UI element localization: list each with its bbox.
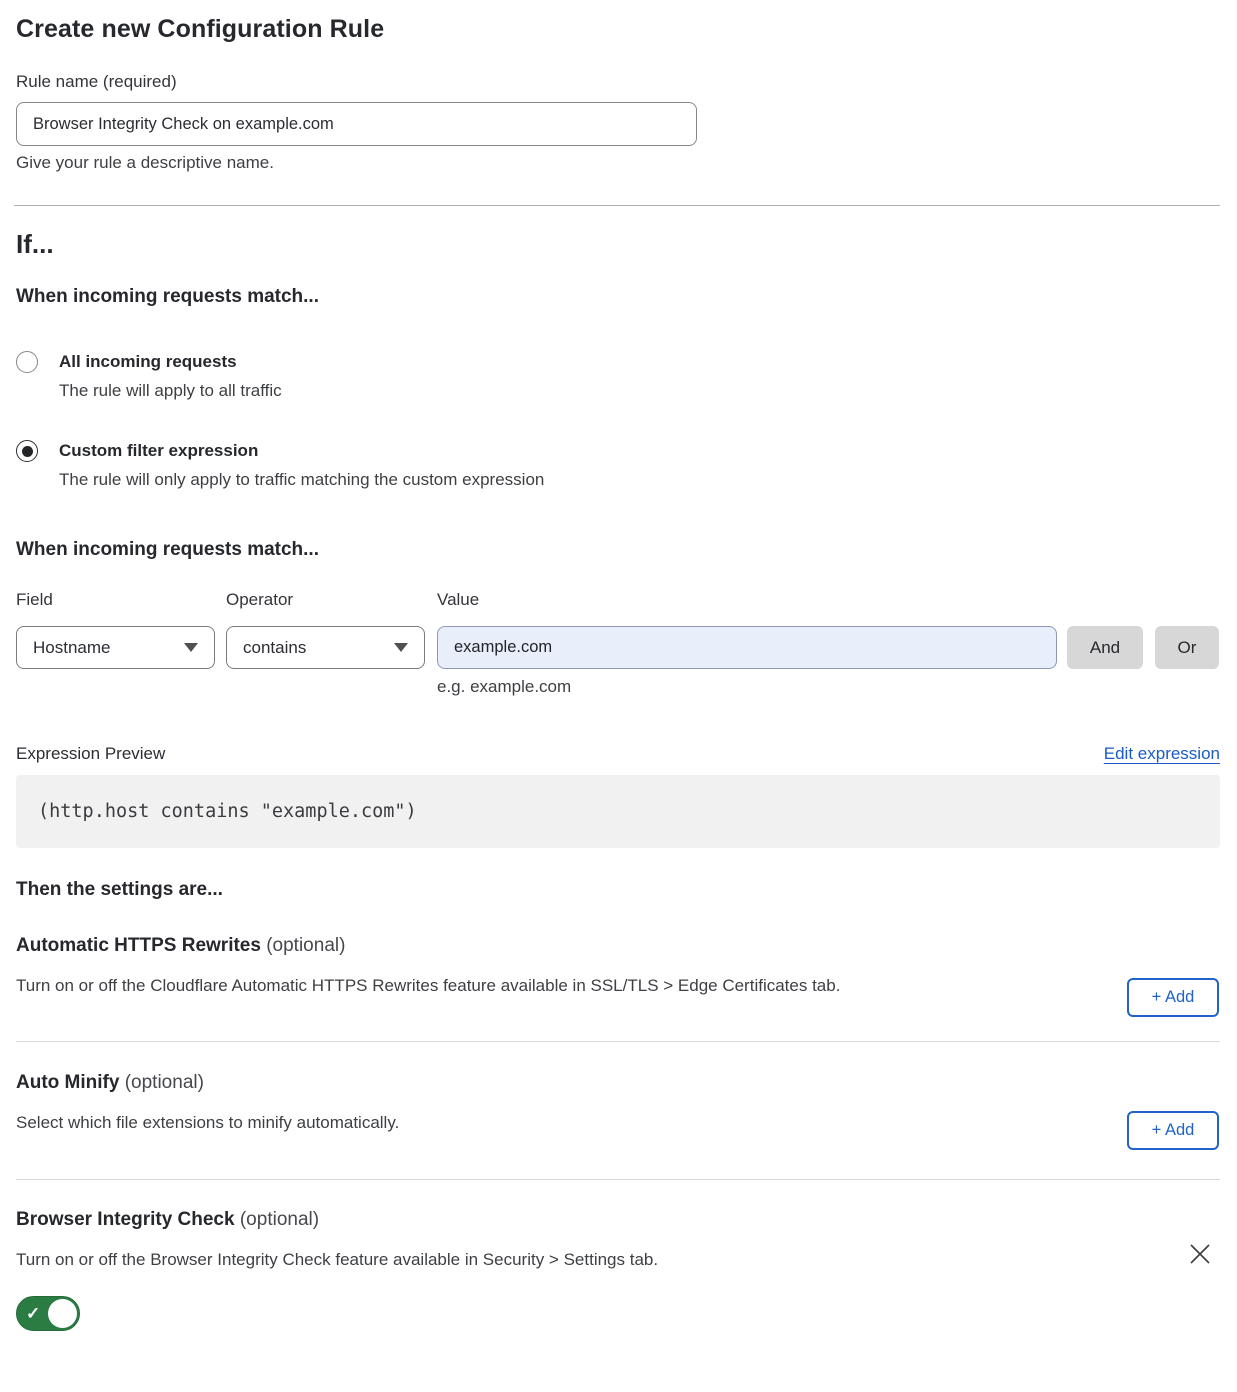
setting-optional-tag: (optional) (240, 1209, 319, 1230)
chevron-down-icon (184, 643, 198, 652)
create-configuration-rule-form: Create new Configuration Rule Rule name … (0, 15, 1237, 1336)
setting-title: Automatic HTTPS Rewrites (16, 935, 261, 956)
when-match-heading-1: When incoming requests match... (16, 286, 1220, 308)
filter-expression-row: Hostname contains And Or (16, 626, 1220, 669)
option-all-incoming-requests: All incoming requests The rule will appl… (16, 351, 1220, 402)
setting-automatic-https-rewrites: Automatic HTTPS Rewrites (optional) Turn… (16, 935, 1220, 996)
chevron-down-icon (394, 643, 408, 652)
page-title: Create new Configuration Rule (16, 15, 1220, 44)
filter-column-labels: Field Operator Value (16, 590, 1220, 610)
field-select-value: Hostname (33, 638, 184, 658)
rule-name-help: Give your rule a descriptive name. (16, 153, 1220, 173)
radio-all-incoming-requests[interactable] (16, 351, 38, 373)
radio-description: The rule will only apply to traffic matc… (59, 469, 544, 491)
browser-integrity-check-toggle[interactable]: ✓ (16, 1296, 80, 1331)
operator-label: Operator (226, 590, 437, 610)
or-button[interactable]: Or (1155, 626, 1219, 669)
checkmark-icon: ✓ (26, 1305, 40, 1322)
radio-label[interactable]: All incoming requests (59, 351, 282, 373)
then-settings-heading: Then the settings are... (16, 879, 1220, 901)
setting-divider (16, 1041, 1220, 1042)
setting-browser-integrity-check: Browser Integrity Check (optional) Turn … (16, 1209, 1220, 1336)
setting-title: Auto Minify (16, 1072, 119, 1093)
operator-select-value: contains (243, 638, 394, 658)
setting-description: Turn on or off the Browser Integrity Che… (16, 1250, 1220, 1270)
setting-divider (16, 1179, 1220, 1180)
radio-label[interactable]: Custom filter expression (59, 440, 544, 462)
operator-select[interactable]: contains (226, 626, 425, 669)
value-label: Value (437, 590, 479, 610)
section-divider (14, 205, 1220, 206)
add-automatic-https-rewrites-button[interactable]: + Add (1127, 978, 1219, 1017)
rule-name-label: Rule name (required) (16, 72, 1220, 92)
and-button[interactable]: And (1067, 626, 1143, 669)
toggle-knob (48, 1299, 77, 1328)
expression-preview-row: Expression Preview Edit expression (16, 744, 1220, 764)
when-match-heading-2: When incoming requests match... (16, 539, 1220, 561)
expression-preview-label: Expression Preview (16, 744, 165, 764)
field-select[interactable]: Hostname (16, 626, 215, 669)
radio-custom-filter-expression[interactable] (16, 440, 38, 462)
value-hint: e.g. example.com (437, 677, 1220, 697)
if-heading: If... (16, 229, 1220, 260)
rule-name-input[interactable] (16, 102, 697, 146)
radio-description: The rule will apply to all traffic (59, 380, 282, 402)
value-input[interactable] (437, 626, 1057, 669)
expression-preview-code: (http.host contains "example.com") (16, 775, 1220, 848)
remove-setting-button[interactable] (1188, 1242, 1212, 1266)
edit-expression-link[interactable]: Edit expression (1104, 744, 1220, 764)
setting-description: Turn on or off the Cloudflare Automatic … (16, 976, 1220, 996)
option-custom-filter-expression: Custom filter expression The rule will o… (16, 440, 1220, 491)
setting-title: Browser Integrity Check (16, 1209, 235, 1230)
add-auto-minify-button[interactable]: + Add (1127, 1111, 1219, 1150)
setting-optional-tag: (optional) (125, 1072, 204, 1093)
field-label: Field (16, 590, 226, 610)
setting-description: Select which file extensions to minify a… (16, 1113, 1220, 1133)
setting-optional-tag: (optional) (266, 935, 345, 956)
close-icon (1188, 1242, 1212, 1266)
setting-auto-minify: Auto Minify (optional) Select which file… (16, 1072, 1220, 1133)
